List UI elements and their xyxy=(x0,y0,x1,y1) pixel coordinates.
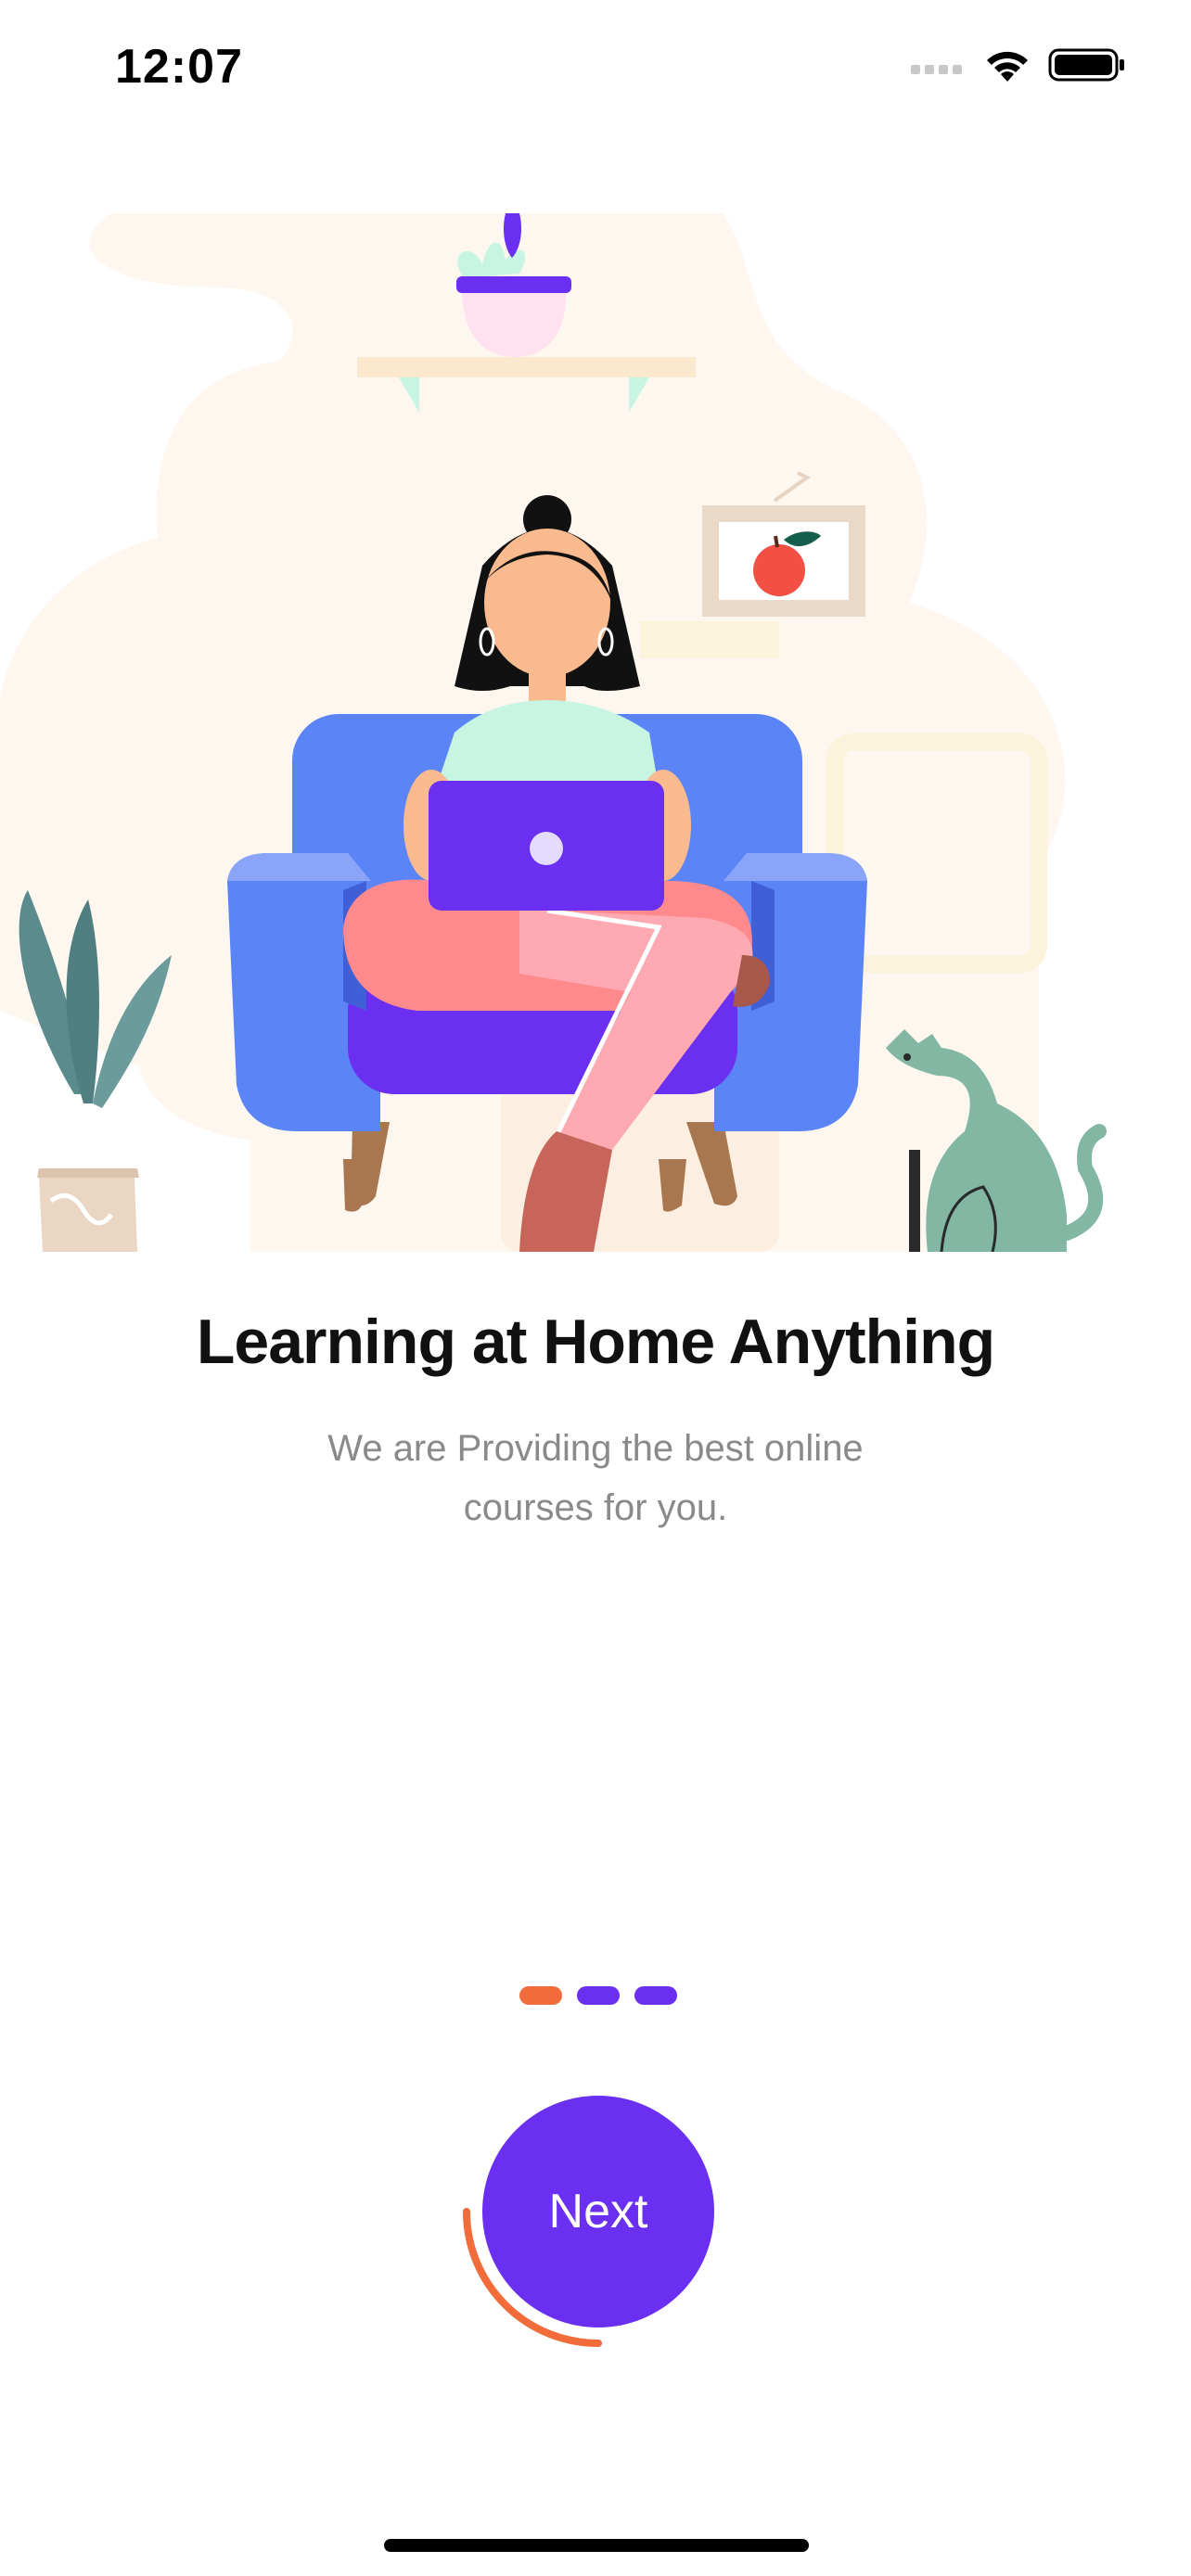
page-dot-3[interactable] xyxy=(634,1986,677,2005)
onboarding-title: Learning at Home Anything xyxy=(196,1307,995,1377)
next-button-wrapper: Next xyxy=(455,2096,733,2374)
page-dot-2[interactable] xyxy=(577,1986,620,2005)
wifi-icon xyxy=(987,51,1028,82)
next-button[interactable]: Next xyxy=(482,2096,714,2327)
onboarding-subtitle: We are Providing the best online courses… xyxy=(327,1428,864,1528)
status-bar: 12:07 xyxy=(0,0,1191,139)
status-icons xyxy=(911,46,1126,83)
page-dot-1[interactable] xyxy=(519,1986,562,2005)
home-indicator[interactable] xyxy=(384,2539,809,2552)
status-time: 12:07 xyxy=(115,40,243,94)
cellular-signal-icon xyxy=(911,65,962,74)
battery-icon xyxy=(1048,48,1124,82)
page-indicator xyxy=(519,1986,677,2009)
onboarding-illustration xyxy=(0,213,1107,1252)
